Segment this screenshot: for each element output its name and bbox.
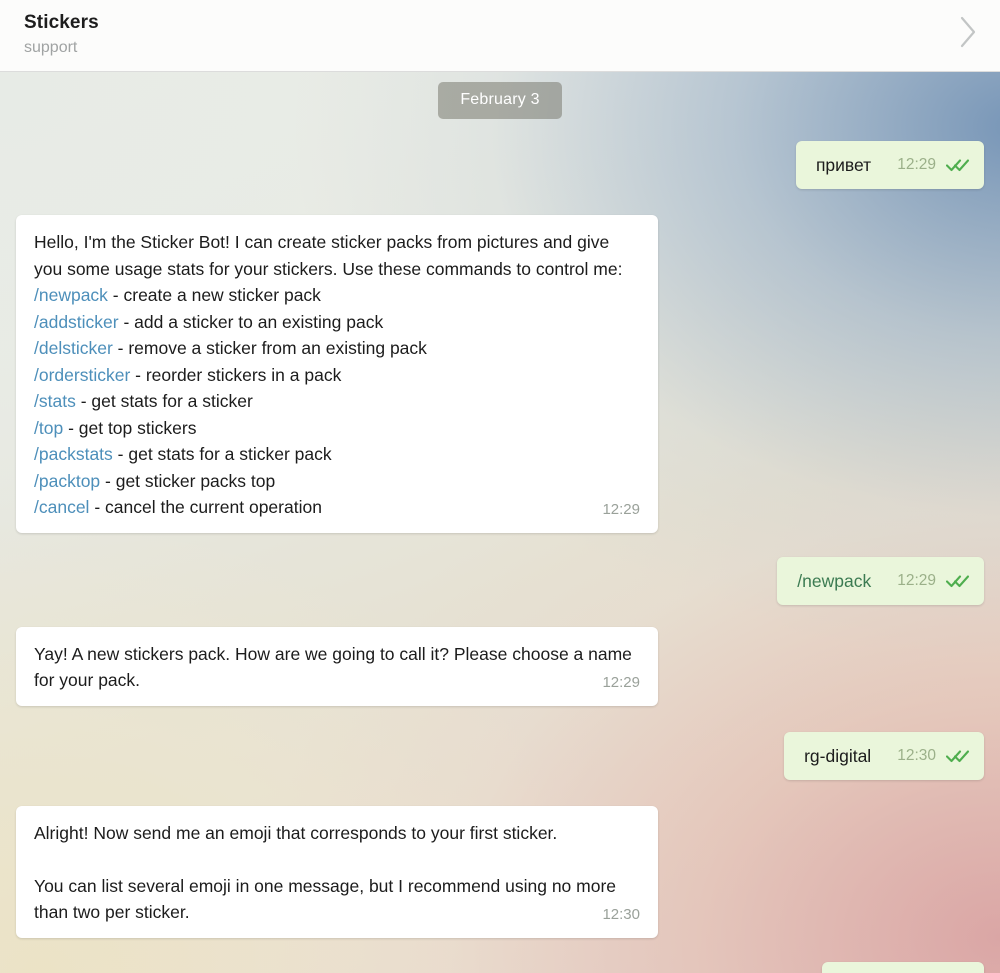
command-link-ordersticker[interactable]: /ordersticker (34, 365, 130, 385)
message-intro-text: Hello, I'm the Sticker Bot! I can create… (34, 232, 623, 279)
message-bubble-outgoing[interactable]: rg-digital 12:30 (784, 731, 984, 780)
message-time: 12:30 (897, 746, 936, 764)
message-text: rg-digital (804, 745, 872, 766)
message-list[interactable]: February 3 привет 12:29 Hello, I'm the S… (0, 72, 1000, 973)
message-bubble-outgoing[interactable]: привет 12:29 (795, 141, 984, 189)
message-row-outgoing: 😳 12:31 (0, 961, 1000, 973)
chat-title: Stickers (24, 12, 99, 33)
command-link-cancel[interactable]: /cancel (34, 497, 89, 517)
command-link-top[interactable]: /top (34, 418, 63, 438)
command-link-delsticker[interactable]: /delsticker (34, 338, 113, 358)
command-desc: - get stats for a sticker (75, 391, 253, 411)
double-check-icon (946, 158, 970, 172)
command-link-addsticker[interactable]: /addsticker (34, 312, 119, 332)
command-link-stats[interactable]: /stats (34, 391, 76, 411)
command-link-packtop[interactable]: /packtop (34, 471, 100, 491)
message-bubble-outgoing[interactable]: 😳 12:31 (821, 961, 984, 973)
command-desc: - remove a sticker from an existing pack (112, 338, 427, 358)
message-text: привет (815, 155, 872, 175)
message-bubble-incoming[interactable]: Alright! Now send me an emoji that corre… (16, 805, 658, 938)
message-time: 12:29 (602, 674, 640, 691)
command-link-packstats[interactable]: /packstats (34, 444, 113, 464)
date-badge: February 3 (438, 82, 562, 119)
message-row-incoming: Yay! A new stickers pack. How are we goi… (0, 626, 1000, 706)
command-desc: - create a new sticker pack (107, 285, 321, 305)
message-bubble-incoming[interactable]: Hello, I'm the Sticker Bot! I can create… (16, 215, 658, 533)
message-meta: 12:29 (897, 155, 970, 175)
command-desc: - get stats for a sticker pack (112, 444, 332, 464)
message-meta: 12:30 (897, 746, 970, 766)
double-check-icon (946, 574, 970, 588)
chevron-right-icon[interactable] (958, 9, 980, 49)
message-text: Hello, I'm the Sticker Bot! I can create… (34, 229, 640, 521)
message-time: 12:30 (602, 906, 640, 923)
command-desc: - cancel the current operation (89, 497, 322, 517)
command-link-newpack[interactable]: /newpack (34, 285, 108, 305)
message-row-incoming: Hello, I'm the Sticker Bot! I can create… (0, 215, 1000, 533)
message-text: Yay! A new stickers pack. How are we goi… (34, 641, 640, 694)
message-time: 12:29 (602, 501, 640, 518)
message-body: Yay! A new stickers pack. How are we goi… (34, 643, 637, 691)
command-desc: - get sticker packs top (100, 470, 276, 491)
message-row-incoming: Alright! Now send me an emoji that corre… (0, 805, 1000, 938)
message-row-outgoing: /newpack 12:29 (0, 556, 1000, 605)
chat-header[interactable]: Stickers support (0, 0, 1000, 72)
message-bubble-outgoing[interactable]: /newpack 12:29 (777, 556, 984, 605)
chat-header-info[interactable]: Stickers support (24, 9, 99, 59)
telegram-chat-window: Stickers support February 3 привет 12:29 (0, 0, 1000, 973)
date-divider: February 3 (0, 72, 1000, 119)
message-body: Alright! Now send me an emoji that corre… (34, 822, 617, 923)
command-desc: - add a sticker to an existing pack (118, 311, 384, 332)
message-meta: 12:29 (897, 571, 970, 591)
double-check-icon (946, 749, 970, 763)
message-text: Alright! Now send me an emoji that corre… (34, 820, 640, 926)
message-row-outgoing: привет 12:29 (0, 141, 1000, 189)
message-row-outgoing: rg-digital 12:30 (0, 731, 1000, 780)
command-desc: - reorder stickers in a pack (130, 364, 342, 385)
command-desc: - get top stickers (63, 417, 197, 438)
message-text[interactable]: /newpack (797, 569, 871, 593)
chat-subtitle: support (24, 39, 78, 56)
message-time: 12:29 (897, 571, 936, 589)
message-bubble-incoming[interactable]: Yay! A new stickers pack. How are we goi… (16, 626, 658, 706)
message-time: 12:29 (897, 156, 936, 173)
